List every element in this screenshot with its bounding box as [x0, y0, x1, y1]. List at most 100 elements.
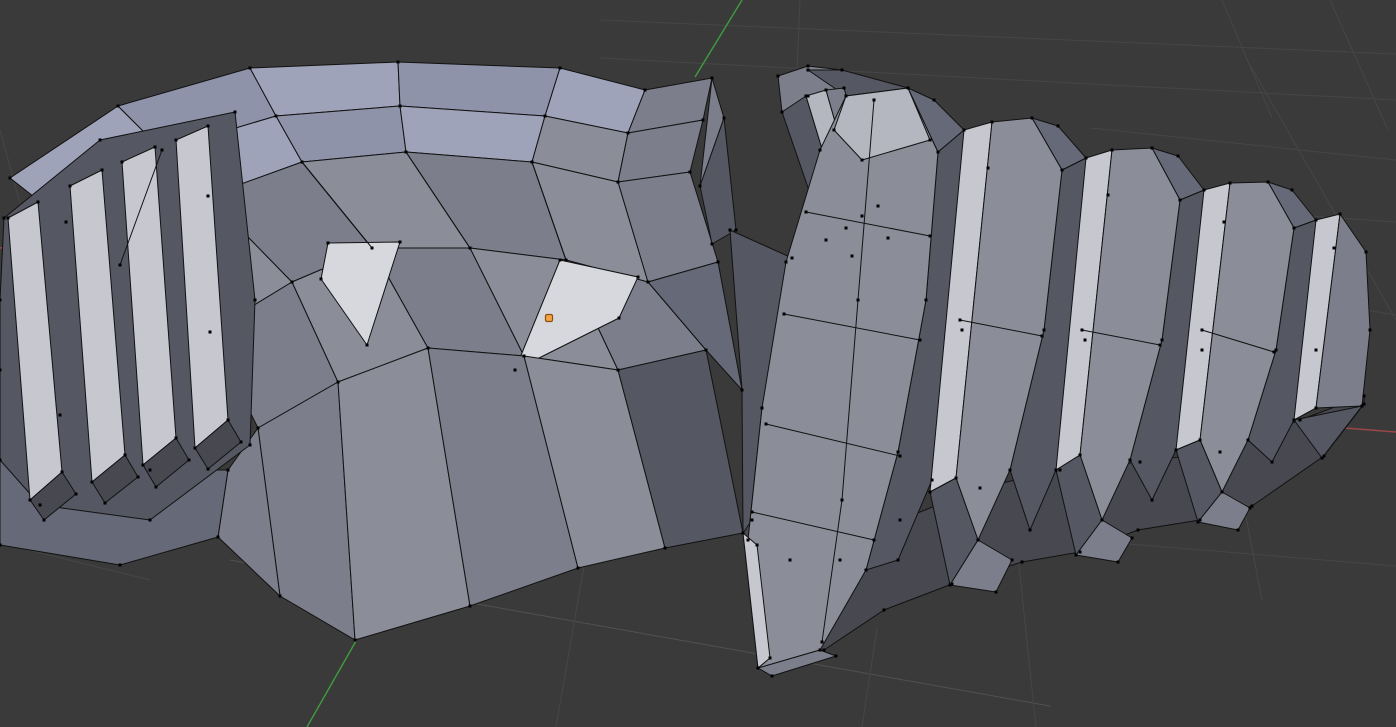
mesh-vertex	[1057, 125, 1060, 128]
mesh-vertex	[1079, 551, 1082, 554]
mesh-vertex	[757, 667, 760, 670]
mesh-vertex	[711, 243, 714, 246]
mesh-vertex	[929, 139, 932, 142]
mesh-vertex	[937, 151, 940, 154]
mesh-vertex	[618, 317, 621, 320]
mesh-vertex	[1175, 449, 1178, 452]
mesh-vertex	[1159, 344, 1162, 347]
mesh-vertex	[1199, 439, 1202, 442]
mesh-vertex	[1111, 149, 1114, 152]
viewport-3d[interactable]	[0, 0, 1396, 727]
mesh-vertex	[1229, 182, 1232, 185]
mesh-vertex	[919, 339, 922, 342]
mesh-vertex	[899, 519, 902, 522]
mesh-vertex	[469, 605, 472, 608]
mesh-vertex	[1107, 194, 1110, 197]
mesh-vertex	[899, 455, 902, 458]
mesh-vertex	[175, 437, 178, 440]
mesh-vertex	[469, 247, 472, 250]
mesh-vertex	[644, 89, 647, 92]
mesh-vertex	[807, 65, 810, 68]
mesh-vertex	[0, 544, 2, 547]
mesh-vertex	[873, 539, 876, 542]
mesh-vertex	[1363, 395, 1366, 398]
mesh-vertex	[1315, 349, 1318, 352]
mesh-vertex	[845, 227, 848, 230]
mesh-vertex	[249, 67, 252, 70]
mesh-vertex	[1131, 537, 1134, 540]
mesh-vertex	[1151, 499, 1154, 502]
mesh-vertex	[559, 259, 562, 262]
mesh-vertex	[99, 139, 102, 142]
mesh-vertex	[664, 547, 667, 550]
mesh-vertex	[65, 221, 68, 224]
mesh-vertex	[1139, 461, 1142, 464]
mesh-vertex	[154, 146, 157, 149]
mesh-vertex	[1293, 419, 1296, 422]
mesh-vertex	[0, 459, 2, 462]
mesh-vertex	[149, 519, 152, 522]
mesh-vertex	[873, 99, 876, 102]
mesh-vertex	[3, 217, 6, 220]
mesh-vertex	[821, 641, 824, 644]
mesh-vertex	[1267, 181, 1270, 184]
active-face-center-dot[interactable]	[546, 315, 553, 322]
mesh-vertex	[747, 539, 750, 542]
mesh-vertex	[1117, 561, 1120, 564]
mesh-vertex	[929, 235, 932, 238]
mesh-vertex	[523, 355, 526, 358]
mesh-vertex	[1081, 329, 1084, 332]
mesh-vertex	[0, 299, 2, 302]
mesh-vertex	[194, 447, 197, 450]
mesh-vertex	[565, 259, 568, 262]
mesh-vertex	[925, 299, 928, 302]
mesh-vertex	[929, 491, 932, 494]
mesh-vertex	[1055, 469, 1058, 472]
mesh-vertex	[9, 177, 12, 180]
mesh-vertex	[1201, 329, 1204, 332]
mesh-vertex	[637, 276, 640, 279]
mesh-vertex	[756, 544, 759, 547]
mesh-vertex	[227, 469, 230, 472]
mesh-vertex	[1299, 419, 1302, 422]
mesh-vertex	[699, 185, 702, 188]
mesh-vertex	[227, 419, 230, 422]
mesh-vertex	[735, 229, 738, 232]
mesh-vertex	[217, 536, 220, 539]
mesh-vertex	[291, 281, 294, 284]
mesh-vertex	[883, 609, 886, 612]
mesh-vertex	[861, 159, 864, 162]
mesh-vertex	[841, 69, 844, 72]
mesh-vertex	[783, 313, 786, 316]
mesh-vertex	[257, 427, 260, 430]
mesh-vertex	[161, 149, 164, 152]
mesh-vertex	[765, 423, 768, 426]
mesh-vertex	[320, 278, 323, 281]
mesh-vertex	[1237, 529, 1240, 532]
mesh-vertex	[781, 111, 784, 114]
mesh-vertex	[705, 349, 708, 352]
mesh-vertex	[843, 87, 846, 90]
mesh-vertex	[124, 454, 127, 457]
mesh-vertex	[789, 559, 792, 562]
mesh-vertex	[301, 161, 304, 164]
mesh-vertex	[1029, 529, 1032, 532]
mesh-vertex	[1369, 329, 1372, 332]
mesh-vertex	[1361, 405, 1364, 408]
mesh-vertex	[155, 486, 158, 489]
mesh-vertex	[717, 261, 720, 264]
mesh-vertex	[933, 99, 936, 102]
mesh-vertex	[823, 649, 826, 652]
blender-3d-viewport[interactable]	[0, 0, 1396, 727]
mesh-vertex	[1079, 454, 1082, 457]
mesh-vertex	[149, 469, 152, 472]
mesh-vertex	[279, 595, 282, 598]
mesh-vertex	[877, 205, 880, 208]
mesh-vertex	[825, 239, 828, 242]
mesh-vertex	[805, 95, 808, 98]
mesh-vertex	[1203, 189, 1206, 192]
mesh-vertex	[617, 369, 620, 372]
mesh-vertex	[207, 468, 210, 471]
mesh-vertex	[1221, 491, 1224, 494]
mesh-vertex	[861, 215, 864, 218]
